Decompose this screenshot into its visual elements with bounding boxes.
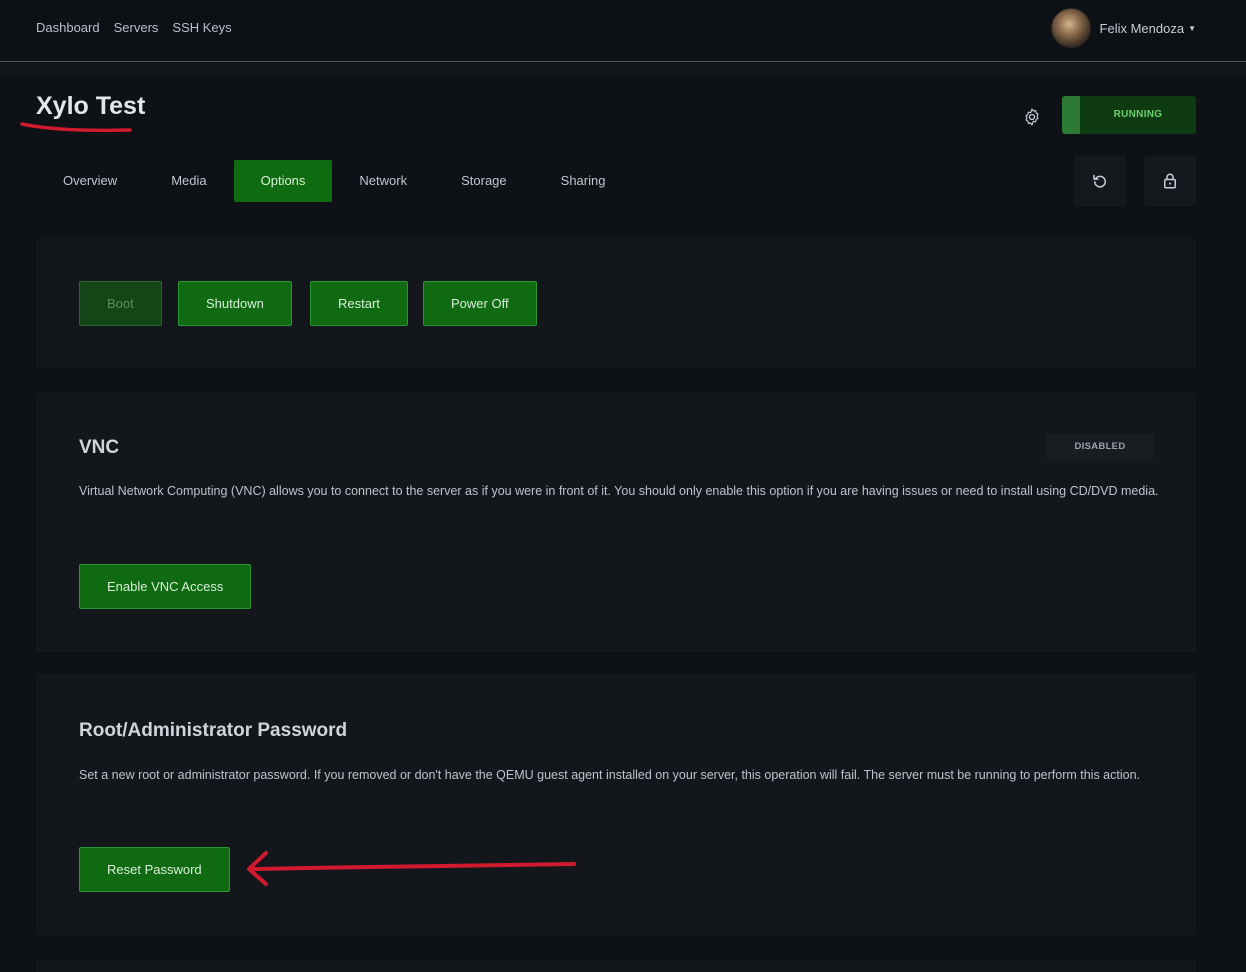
power-controls-card: Boot Shutdown Restart Power Off [36,238,1196,369]
lock-button[interactable] [1144,156,1196,206]
tab-overview[interactable]: Overview [36,160,144,202]
enable-vnc-button[interactable]: Enable VNC Access [79,564,252,609]
status-indicator [1062,96,1080,134]
top-navbar: Dashboard Servers SSH Keys Felix Mendoza… [0,0,1246,62]
tab-media[interactable]: Media [144,160,233,202]
reset-password-button[interactable]: Reset Password [79,847,230,892]
shutdown-button[interactable]: Shutdown [178,281,292,326]
tab-storage[interactable]: Storage [434,160,534,202]
unlock-icon [1164,173,1176,189]
refresh-icon [1093,174,1106,188]
tab-options[interactable]: Options [233,160,333,202]
chevron-down-icon[interactable]: ▼ [1188,24,1196,33]
tab-network[interactable]: Network [332,160,434,202]
gear-icon[interactable] [1022,107,1042,127]
vnc-status-badge: DISABLED [1046,434,1154,460]
user-name[interactable]: Felix Mendoza [1100,21,1185,36]
user-menu[interactable]: Felix Mendoza ▼ [1050,8,1196,48]
tab-sharing[interactable]: Sharing [534,160,633,202]
restart-button[interactable]: Restart [310,281,408,326]
main-nav: Dashboard Servers SSH Keys [36,20,232,35]
password-card: Root/Administrator Password Set a new ro… [36,674,1196,936]
vnc-title: VNC [79,437,120,458]
status-label: RUNNING [1113,109,1163,120]
server-status-badge: RUNNING [1062,96,1196,134]
server-name: Xylo Test [36,92,146,120]
avatar[interactable] [1050,8,1091,48]
reinstall-button[interactable] [1074,156,1126,206]
boot-button[interactable]: Boot [79,281,162,326]
vnc-card: VNC DISABLED Virtual Network Computing (… [36,392,1196,652]
server-tabs: Overview Media Options Network Storage S… [36,160,632,202]
header-divider [0,63,1246,74]
next-card [36,960,1196,972]
nav-link-ssh-keys[interactable]: SSH Keys [172,20,231,35]
password-title: Root/Administrator Password [79,720,348,741]
power-off-button[interactable]: Power Off [423,281,537,326]
annotation-underline [20,122,132,133]
annotation-arrow [247,851,576,886]
vnc-description: Virtual Network Computing (VNC) allows y… [79,484,1159,498]
password-description: Set a new root or administrator password… [79,768,1141,782]
nav-link-dashboard[interactable]: Dashboard [36,20,100,35]
nav-link-servers[interactable]: Servers [114,20,159,35]
